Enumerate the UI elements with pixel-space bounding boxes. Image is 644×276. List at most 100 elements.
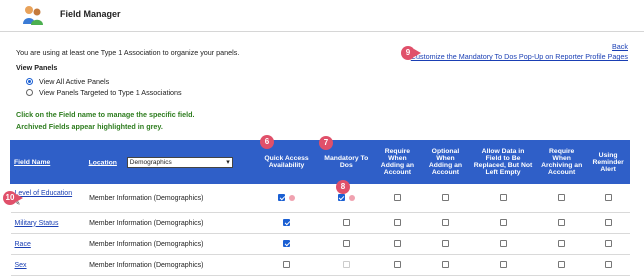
location-header-link[interactable]: Location: [89, 159, 117, 166]
col-allow-data: Allow Data in Field to Be Replaced, But …: [468, 140, 538, 184]
require-adding-cell: [373, 233, 422, 255]
quick-access-checkbox[interactable]: [278, 194, 286, 202]
mandatory-cell: [319, 212, 374, 234]
optional-adding-cell: [421, 233, 470, 255]
field-link-military-status[interactable]: Military Status: [15, 220, 59, 227]
field-link-race[interactable]: Race: [15, 241, 31, 248]
col-require-adding: Require When Adding an Account: [372, 140, 422, 184]
view-panels-section: View Panels View All Active Panels View …: [16, 63, 182, 98]
optional-adding-checkbox[interactable]: [441, 219, 449, 227]
allow-data-checkbox[interactable]: [499, 261, 507, 269]
allow-data-checkbox[interactable]: [499, 194, 507, 202]
page-title: Field Manager: [60, 9, 121, 19]
app-header: Field Manager: [0, 0, 644, 32]
optional-adding-cell: [421, 183, 470, 213]
mandatory-checkbox[interactable]: [342, 219, 350, 227]
radio-label: View Panels Targeted to Type 1 Associati…: [39, 88, 182, 97]
mandatory-cell: [319, 233, 374, 255]
instructions: Click on the Field name to manage the sp…: [16, 109, 195, 133]
allow-data-checkbox[interactable]: [499, 219, 507, 227]
reminder-cell: [586, 212, 630, 234]
view-panels-label: View Panels: [16, 63, 58, 72]
mandatory-checkbox[interactable]: [337, 194, 345, 202]
require-adding-cell: [373, 254, 422, 276]
col-field-name[interactable]: Field Name: [10, 140, 86, 184]
require-adding-checkbox[interactable]: [393, 261, 401, 269]
require-archiving-cell: [536, 254, 587, 276]
reminder-cell: [586, 254, 630, 276]
col-reminder: Using Reminder Alert: [586, 140, 630, 184]
annotation-badge-7: 7: [319, 136, 333, 150]
optional-adding-checkbox[interactable]: [441, 261, 449, 269]
quick-access-cell: [253, 254, 320, 276]
view-targeted-radio-row[interactable]: View Panels Targeted to Type 1 Associati…: [26, 87, 182, 98]
reminder-checkbox[interactable]: [604, 194, 612, 202]
instruction-line: Archived Fields appear highlighted in gr…: [16, 122, 163, 131]
annotation-badge-9: 9: [401, 46, 421, 60]
location-select[interactable]: Demographics: [126, 156, 233, 168]
quick-access-cell: [253, 233, 320, 255]
optional-adding-cell: [421, 212, 470, 234]
quick-access-checkbox[interactable]: [283, 261, 291, 269]
back-link[interactable]: Back: [411, 42, 628, 52]
reminder-checkbox[interactable]: [604, 261, 612, 269]
instruction-line: Click on the Field name to manage the sp…: [16, 110, 195, 119]
annotation-badge-8: 8: [336, 180, 350, 194]
field-name-cell: Race: [10, 233, 86, 255]
view-all-active-radio-row[interactable]: View All Active Panels: [26, 76, 182, 87]
optional-adding-checkbox[interactable]: [441, 240, 449, 248]
optional-adding-checkbox[interactable]: [441, 194, 449, 202]
table-row: Military Status Member Information (Demo…: [10, 212, 630, 234]
top-links: Back Customize the Mandatory To Dos Pop-…: [411, 42, 628, 62]
field-name-cell: Military Status: [10, 212, 86, 234]
location-cell: Member Information (Demographics): [85, 233, 254, 255]
table-row: Level of Education ✎ Member Information (…: [10, 183, 630, 213]
table-row: Race Member Information (Demographics): [10, 233, 630, 255]
reminder-cell: [586, 183, 630, 213]
radio-view-targeted[interactable]: [26, 89, 33, 96]
allow-data-cell: [469, 183, 537, 213]
col-require-archiving: Require When Archiving an Account: [536, 140, 588, 184]
reminder-checkbox[interactable]: [604, 219, 612, 227]
quick-access-cell: [253, 212, 320, 234]
allow-data-cell: [469, 233, 537, 255]
require-adding-checkbox[interactable]: [393, 194, 401, 202]
mandatory-checkbox-disabled: [342, 261, 350, 269]
table-row: Sex Member Information (Demographics): [10, 254, 630, 276]
customize-mandatory-link[interactable]: Customize the Mandatory To Dos Pop-Up on…: [411, 52, 628, 62]
require-adding-checkbox[interactable]: [393, 219, 401, 227]
radio-view-all-active[interactable]: [26, 78, 33, 85]
radio-label: View All Active Panels: [39, 77, 110, 86]
require-archiving-checkbox[interactable]: [558, 219, 566, 227]
location-cell: Member Information (Demographics): [85, 183, 254, 213]
location-cell: Member Information (Demographics): [85, 212, 254, 234]
require-archiving-cell: [536, 183, 587, 213]
allow-data-cell: [469, 212, 537, 234]
require-adding-cell: [373, 183, 422, 213]
field-link-sex[interactable]: Sex: [15, 262, 27, 269]
require-archiving-checkbox[interactable]: [558, 240, 566, 248]
allow-data-cell: [469, 254, 537, 276]
quick-access-checkbox[interactable]: [283, 219, 291, 227]
require-adding-cell: [373, 212, 422, 234]
require-archiving-cell: [536, 212, 587, 234]
field-name-header-link[interactable]: Field Name: [14, 159, 50, 166]
pencil-icon[interactable]: ✎: [15, 199, 82, 207]
mandatory-cell: [319, 254, 374, 276]
allow-data-checkbox[interactable]: [499, 240, 507, 248]
reminder-cell: [586, 233, 630, 255]
require-adding-checkbox[interactable]: [393, 240, 401, 248]
mandatory-checkbox[interactable]: [342, 240, 350, 248]
reminder-checkbox[interactable]: [604, 240, 612, 248]
col-location: Location Demographics: [84, 140, 255, 184]
require-archiving-checkbox[interactable]: [558, 194, 566, 202]
users-icon: [23, 6, 43, 25]
status-dot-icon: [348, 194, 355, 201]
quick-access-cell: [253, 183, 320, 213]
require-archiving-checkbox[interactable]: [558, 261, 566, 269]
field-name-cell: Sex: [10, 254, 86, 276]
field-table: Field Name Location Demographics Quick A…: [10, 140, 630, 276]
quick-access-checkbox[interactable]: [283, 240, 291, 248]
require-archiving-cell: [536, 233, 587, 255]
field-link-level-of-education[interactable]: Level of Education: [15, 190, 73, 197]
